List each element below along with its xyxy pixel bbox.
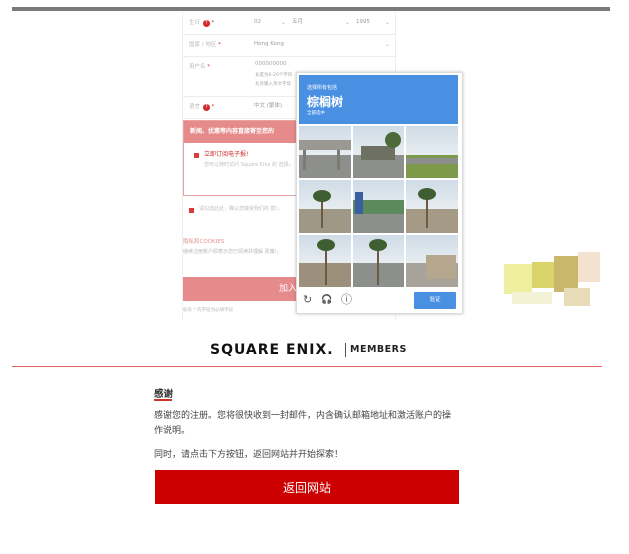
members-logo-text: MEMBERS <box>350 344 407 355</box>
newsletter-subscribe-label: 立即订阅电子报! <box>204 151 249 158</box>
username-hint: 允许输入英文字母 <box>255 82 291 87</box>
thankyou-title: 感谢 <box>154 389 174 400</box>
help-icon[interactable]: ? <box>202 20 210 27</box>
username-input[interactable]: 000000000 <box>255 61 287 67</box>
region-label: 国家 / 地区 * <box>189 42 221 48</box>
captcha-dialog: 选择所有包括 棕榈树 全部选中 ↻ 🎧 ⓘ 验证 <box>296 72 463 314</box>
return-to-site-button[interactable]: 返回网站 <box>155 470 459 504</box>
title-underline <box>154 399 172 401</box>
captcha-toolbar: ↻ 🎧 ⓘ 验证 <box>297 289 460 311</box>
newsletter-checkbox[interactable] <box>194 153 199 158</box>
terms-checkbox[interactable] <box>189 208 194 213</box>
language-label: 语言 ? * <box>189 104 215 111</box>
thankyou-message: 感谢您的注册。您将很快收到一封邮件，内含确认邮箱地址和激活账户的操作说明。 <box>154 411 452 436</box>
brand-logo-text: SQUARE ENIX. <box>210 342 334 358</box>
chevron-down-icon: ⌄ <box>384 41 390 48</box>
chevron-down-icon: ⌄ <box>384 19 390 26</box>
birthday-year-select[interactable]: 1995 ⌄ <box>353 16 392 29</box>
captcha-target-object: 棕榈树 <box>307 95 344 109</box>
captcha-tile[interactable] <box>406 234 458 287</box>
thankyou-instruction: 同时，请点击下方按钮，返回网站并开始探索！ <box>154 450 344 460</box>
square-enix-members-logo: SQUARE ENIX. MEMBERS <box>210 342 410 358</box>
birthday-month-select[interactable]: 五月 ⌄ <box>289 16 352 29</box>
required-footnote: 标有 * 的字段为必填字段 <box>183 308 234 313</box>
captcha-footer-hint: 全部选中 <box>307 111 325 116</box>
headphones-icon[interactable]: 🎧 <box>321 294 332 306</box>
captcha-instruction: 选择所有包括 <box>307 85 338 91</box>
section-divider <box>12 366 602 367</box>
chevron-down-icon: ⌄ <box>344 19 350 26</box>
username-hint: 长度为6-20个字符 <box>255 73 293 78</box>
captcha-verify-button[interactable]: 验证 <box>414 292 456 309</box>
captcha-tile[interactable] <box>406 180 458 233</box>
birthday-day-select[interactable]: 02 ⌄ <box>251 16 288 29</box>
captcha-header: 选择所有包括 棕榈树 全部选中 <box>299 75 458 124</box>
captcha-tile[interactable] <box>299 180 351 233</box>
region-select[interactable]: Hong Kong ⌄ <box>251 38 392 51</box>
captcha-tile[interactable] <box>299 126 351 179</box>
blurred-overlay <box>504 252 600 308</box>
captcha-tile[interactable] <box>352 126 405 179</box>
captcha-tile[interactable] <box>352 180 405 233</box>
chevron-down-icon: ⌄ <box>280 19 286 26</box>
privacy-heading: 隐私和COOKIES <box>183 239 225 245</box>
logo-separator <box>345 343 346 357</box>
newsletter-description: 您可以随时访问 Square Enix 的 选择。 <box>204 162 294 168</box>
captcha-tile-grid <box>299 126 458 287</box>
help-icon[interactable]: ? <box>202 104 210 111</box>
reload-icon[interactable]: ↻ <box>303 294 312 306</box>
privacy-text: 继续注册账户即表示您已阅读并理解 政策）。 <box>183 249 283 255</box>
captcha-tile[interactable] <box>406 126 458 179</box>
captcha-tile[interactable] <box>299 234 351 287</box>
username-label: 用户名 * <box>189 64 211 70</box>
birthday-label: 生日 ? * <box>189 20 215 27</box>
terms-label: 请勾选此处，确认您接受我们的 款）。 <box>199 206 284 212</box>
top-border <box>12 7 610 11</box>
info-icon[interactable]: ⓘ <box>341 294 352 306</box>
region-row: 国家 / 地区 * Hong Kong ⌄ <box>183 34 395 57</box>
birthday-row: 生日 ? * 02 ⌄ 五月 ⌄ 1995 ⌄ <box>183 12 395 35</box>
captcha-tile[interactable] <box>352 234 405 287</box>
